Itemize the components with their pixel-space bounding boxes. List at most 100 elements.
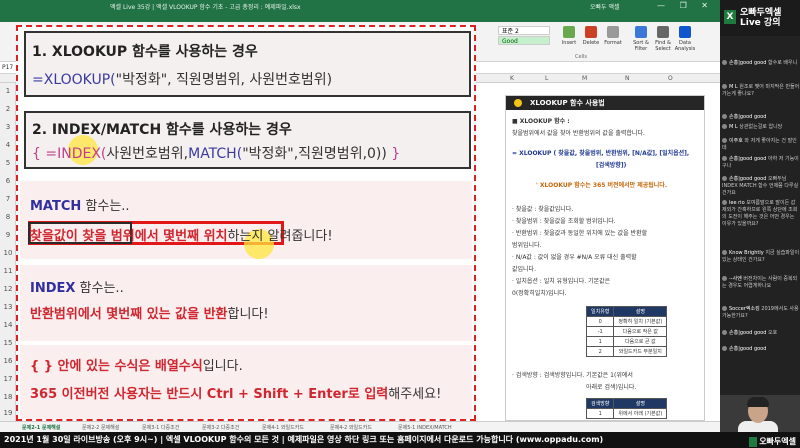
- format-icon: [607, 26, 619, 38]
- formula-close: }: [386, 146, 401, 162]
- row-11[interactable]: 11: [0, 267, 16, 275]
- sheet-tab[interactable]: 문제4-2 와일드카드: [330, 424, 372, 431]
- doc-arg: 범위입니다.: [512, 242, 542, 249]
- table-cell: 1: [585, 408, 615, 419]
- table-row: 2 와일드카드 부분일치: [585, 346, 668, 357]
- col-k[interactable]: K: [510, 75, 514, 82]
- sheet-tab[interactable]: 문제2-2 문제해설: [82, 424, 119, 431]
- formula-string: "박정화": [115, 72, 168, 88]
- title-bar: 액셀 Live 35강 | 액셀 VLOOKUP 함수 기초 - 고급 총정리 …: [0, 0, 720, 12]
- row-7[interactable]: 7: [0, 195, 16, 203]
- row-18[interactable]: 18: [0, 393, 16, 401]
- sheet-tab[interactable]: 문제5-1 INDEX/MATCH: [398, 424, 452, 431]
- row-2[interactable]: 2: [0, 105, 16, 113]
- row-5[interactable]: 5: [0, 159, 16, 167]
- avatar: [722, 124, 727, 129]
- xlookup-title: 1. XLOOKUP 함수를 사용하는 경우: [32, 44, 258, 60]
- index-desc-dark: 합니다!: [227, 307, 269, 322]
- col-m[interactable]: M: [582, 75, 587, 82]
- row-12[interactable]: 12: [0, 285, 16, 293]
- array-line1-red: { } 안에 있는 수식은 배열수식: [30, 359, 203, 374]
- excel-logo-icon: X: [724, 10, 736, 24]
- window-controls[interactable]: — ❐ ✕: [657, 1, 714, 10]
- row-16[interactable]: 16: [0, 357, 16, 365]
- table-cell: 위에서 아래 (기본값): [613, 408, 668, 419]
- excel-window: 액셀 Live 35강 | 액셀 VLOOKUP 함수 기초 - 고급 총정리 …: [0, 0, 720, 432]
- row-3[interactable]: 3: [0, 123, 16, 131]
- match-description: 찾을값이 찾을 범위에서 몇번째 위치하는지 알려줍니다!: [30, 225, 333, 244]
- doc-header-text: XLOOKUP 함수 사용법: [530, 99, 605, 107]
- chat-message: 손홍|good good 함수로 배우니: [722, 60, 800, 67]
- index-match-formula[interactable]: { =INDEX(사원번호범위,MATCH("박정화",직원명범위,0)) }: [32, 143, 400, 163]
- avatar: [722, 330, 727, 335]
- row-15[interactable]: 15: [0, 339, 16, 347]
- row-13[interactable]: 13: [0, 303, 16, 311]
- name-box[interactable]: P17: [2, 64, 13, 71]
- avatar: [722, 84, 727, 89]
- find-select-button[interactable]: Find & Select: [652, 26, 674, 52]
- doc-arg: · 일치옵션 : 일치 유형입니다. 기본값은: [512, 278, 611, 285]
- sheet-tab[interactable]: 문제2-1 문제해설: [22, 424, 60, 431]
- chat-author: 손홍|good good: [729, 60, 767, 66]
- doc-syntax-2: [검색방향]): [596, 162, 627, 169]
- chat-message: Soccer엑소킹 2019에서도 사용가능한가요?: [722, 306, 800, 320]
- match-desc-dark: 하는지 알려줍니다!: [227, 229, 333, 244]
- doc-direction-2: 아래로 검색)입니다.: [586, 384, 637, 391]
- editing-group: Sort & Filter Find & Select Data Analysis: [630, 26, 696, 52]
- sheet-tab[interactable]: 문제3-1 다중조건: [142, 424, 179, 431]
- sheet-tab[interactable]: 문제4-1 와일드카드: [262, 424, 304, 431]
- chat-message: M L 원조로 맺어 마지막은 만들어 가는게 좋나요?: [722, 84, 800, 98]
- doc-syntax-1: = XLOOKUP ( 찾을값, 찾을범위, 반환범위, [N/A값], [일치…: [512, 150, 690, 157]
- row-10[interactable]: 10: [0, 249, 16, 257]
- row-17[interactable]: 17: [0, 375, 16, 383]
- user-name[interactable]: 오빠두 액셀: [590, 2, 620, 11]
- chat-message: M L 상관없는걸로 압니당: [722, 124, 800, 131]
- col-l[interactable]: L: [545, 75, 548, 82]
- table-header: 검색방향: [585, 398, 615, 409]
- table-row: 0 정확히 일치 (기본값): [585, 316, 668, 327]
- delete-button[interactable]: Delete: [580, 26, 602, 46]
- live-chat: X 오빠두엑셀 Live 강의 손홍|good good 함수로 배우니 M L …: [720, 0, 800, 432]
- sheet-tab[interactable]: 문제3-2 다중조건: [202, 424, 239, 431]
- array-line-1: { } 안에 있는 수식은 배열수식입니다.: [30, 355, 243, 374]
- xlookup-formula[interactable]: =XLOOKUP("박정화", 직원명범위, 사원번호범위): [32, 69, 332, 89]
- doc-note: ' XLOOKUP 함수는 365 버전에서만 제공됩니다.: [536, 182, 668, 189]
- row-8[interactable]: 8: [0, 213, 16, 221]
- row-1[interactable]: 1: [0, 87, 16, 95]
- array-line2-red: 365 이전버전 사용자는 반드시 Ctrl + Shift + Enter로 …: [30, 387, 389, 402]
- formula-open: { =INDEX(: [32, 146, 107, 162]
- chat-author: 손홍|good good: [729, 330, 767, 336]
- style-good[interactable]: Good: [498, 36, 550, 45]
- col-n[interactable]: N: [625, 75, 630, 82]
- match-keyword: MATCH: [30, 199, 82, 214]
- index-keyword: INDEX: [30, 281, 76, 296]
- data-analysis-button[interactable]: Data Analysis: [674, 26, 696, 52]
- row-19[interactable]: 19: [0, 409, 16, 417]
- presenter-hair: [747, 397, 769, 407]
- avatar: [722, 138, 727, 143]
- style-normal[interactable]: 표준 2: [498, 26, 550, 35]
- doc-arg: · 찾을값 : 찾을값입니다.: [512, 206, 574, 213]
- chat-message: --사엔 버전차이는 사람이 중복되는 경우도 어렵게하나요: [722, 276, 800, 290]
- insert-button[interactable]: Insert: [558, 26, 580, 46]
- row-6[interactable]: 6: [0, 177, 16, 185]
- row-4[interactable]: 4: [0, 141, 16, 149]
- table-cell: 2: [585, 346, 615, 357]
- sort-filter-button[interactable]: Sort & Filter: [630, 26, 652, 52]
- chat-message: 손홍|good good 오빠두님 INDEX MATCH 함수 언제쯤 다루실…: [722, 176, 800, 197]
- chat-author: --사엔: [729, 276, 742, 282]
- insert-icon: [563, 26, 575, 38]
- format-button[interactable]: Format: [602, 26, 624, 46]
- row-headers: 1 2 3 4 5 6 7 8 9 10 11 12 13 14 15 16 1…: [0, 83, 16, 421]
- chat-author: Know Brightly: [729, 250, 764, 256]
- formula-match-str: "박정화": [242, 146, 294, 162]
- table-cell: 0: [585, 316, 615, 327]
- table-header: 설명: [613, 398, 668, 409]
- row-14[interactable]: 14: [0, 321, 16, 329]
- window-title: 액셀 Live 35강 | 액셀 VLOOKUP 함수 기초 - 고급 총정리 …: [110, 4, 301, 11]
- sheet-tabs: 문제2-1 문제해설 문제2-2 문제해설 문제3-1 다중조건 문제3-2 다…: [0, 421, 720, 432]
- col-o[interactable]: O: [668, 75, 673, 82]
- row-9[interactable]: 9: [0, 231, 16, 239]
- index-match-title: 2. INDEX/MATCH 함수를 사용하는 경우: [32, 122, 292, 138]
- table-header: 설명: [613, 306, 668, 317]
